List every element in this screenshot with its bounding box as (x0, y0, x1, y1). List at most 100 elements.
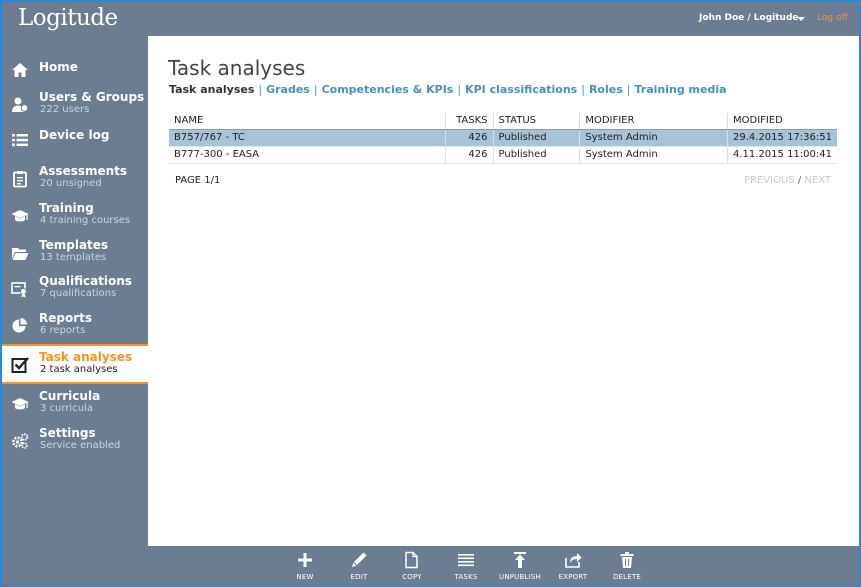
certificate-icon (11, 280, 29, 298)
list-icon (11, 131, 29, 149)
sidebar-item-qualifications[interactable]: Qualifications 7 qualifications (2, 270, 148, 304)
tab-training-media[interactable]: Training media (634, 83, 726, 96)
pencil-icon (334, 551, 384, 569)
plus-icon (280, 551, 330, 569)
column-header-status[interactable]: STATUS (493, 113, 581, 130)
export-button[interactable]: EXPORT (548, 551, 598, 581)
top-bar: Logitude John Doe / Logitude Log off (2, 2, 859, 36)
sidebar-item-label: Templates (39, 238, 109, 252)
tab-separator: | (313, 83, 318, 96)
sidebar-item-label: Curricula (39, 389, 101, 403)
users-icon (11, 96, 29, 114)
tasks-icon (441, 551, 491, 569)
home-icon (11, 61, 29, 79)
sidebar-item-subtitle: 222 users (40, 104, 90, 115)
cell-name: B757/767 - TC (169, 129, 446, 147)
page-indicator: PAGE 1/1 (175, 175, 221, 186)
checkbox-icon (11, 356, 29, 374)
export-button-label: EXPORT (558, 573, 588, 581)
copy-button-label: COPY (402, 573, 422, 581)
sidebar-item-label: Assessments (39, 164, 128, 178)
tab-grades[interactable]: Grades (266, 83, 310, 96)
sidebar-item-device-log[interactable]: Device log (2, 124, 148, 152)
new-button[interactable]: NEW (280, 551, 330, 581)
graduation-cap-icon (11, 395, 29, 413)
sidebar-item-label: Qualifications (39, 274, 132, 288)
logo: Logitude (18, 5, 118, 31)
column-header-modified[interactable]: MODIFIED (727, 113, 837, 130)
sidebar-item-curricula[interactable]: Curricula 3 curricula (2, 385, 148, 419)
sidebar-item-assessments[interactable]: Assessments 20 unsigned (2, 160, 148, 194)
sidebar-item-users-groups[interactable]: Users & Groups 222 users (2, 86, 148, 120)
sidebar-item-label: Device log (39, 128, 110, 142)
graduation-cap-icon (11, 207, 29, 225)
delete-button[interactable]: DELETE (602, 551, 652, 581)
folder-icon (11, 244, 29, 262)
column-header-name[interactable]: NAME (169, 113, 446, 130)
user-menu[interactable]: John Doe / Logitude (699, 13, 799, 23)
sidebar-item-settings[interactable]: Settings Service enabled (2, 422, 148, 456)
sidebar-item-label: Training (39, 201, 94, 215)
sidebar-item-subtitle: 7 qualifications (40, 288, 117, 299)
table-row[interactable]: B777-300 - EASA 426 Published System Adm… (169, 146, 837, 164)
next-page-link[interactable]: NEXT (804, 175, 831, 186)
tab-competencies-kpis[interactable]: Competencies & KPIs (322, 83, 454, 96)
sidebar-item-subtitle: 2 task analyses (40, 364, 118, 375)
pagination-separator: / (797, 175, 802, 186)
sidebar: Home Users & Groups 222 users Device log… (2, 36, 148, 546)
sidebar-item-task-analyses[interactable]: Task analyses 2 task analyses (2, 344, 148, 384)
copy-button[interactable]: COPY (387, 551, 437, 581)
tab-separator: | (258, 83, 263, 96)
main-content: Task analyses Task analyses | Grades | Compe… (148, 36, 859, 546)
tab-task-analyses[interactable]: Task analyses (169, 83, 254, 96)
logoff-link[interactable]: Log off (817, 13, 848, 23)
clipboard-icon (11, 170, 29, 188)
gears-icon (11, 432, 29, 450)
column-header-modifier[interactable]: MODIFIER (579, 113, 728, 130)
edit-button-label: EDIT (350, 573, 368, 581)
cell-modified: 4.11.2015 11:00:41 (727, 146, 837, 164)
sidebar-item-label: Home (39, 60, 78, 74)
edit-button[interactable]: EDIT (334, 551, 384, 581)
sidebar-item-subtitle: 20 unsigned (40, 178, 102, 189)
sidebar-item-subtitle: Service enabled (40, 440, 121, 451)
cell-name: B777-300 - EASA (169, 146, 446, 164)
export-icon (548, 551, 598, 569)
tab-roles[interactable]: Roles (589, 83, 623, 96)
cell-modified: 29.4.2015 17:36:51 (727, 129, 837, 147)
sidebar-item-label: Task analyses (39, 350, 133, 364)
sidebar-item-subtitle: 4 training courses (40, 215, 131, 226)
cell-modifier: System Admin (579, 146, 728, 164)
bottom-toolbar: NEW EDIT COPY TASKS UNPUBLISH EXPORT DEL… (2, 546, 859, 585)
delete-button-label: DELETE (612, 573, 642, 581)
cell-status: Published (493, 129, 581, 147)
unpublish-button-label: UNPUBLISH (499, 573, 541, 581)
copy-icon (387, 551, 437, 569)
tab-separator: | (457, 83, 462, 96)
sidebar-item-reports[interactable]: Reports 6 reports (2, 307, 148, 341)
task-analyses-table: NAME TASKS STATUS MODIFIER MODIFIED B757… (169, 113, 837, 164)
sidebar-item-training[interactable]: Training 4 training courses (2, 197, 148, 231)
column-header-tasks[interactable]: TASKS (445, 113, 494, 130)
sidebar-item-label: Reports (39, 311, 93, 325)
pagination: PREVIOUS / NEXT (744, 175, 831, 186)
app-window: Logitude John Doe / Logitude Log off Hom… (2, 2, 859, 585)
cell-modifier: System Admin (579, 129, 728, 147)
table-row[interactable]: B757/767 - TC 426 Published System Admin… (169, 129, 837, 147)
sidebar-item-home[interactable]: Home (2, 54, 148, 82)
sidebar-item-subtitle: 3 curricula (40, 403, 93, 414)
unpublish-button[interactable]: UNPUBLISH (495, 551, 545, 581)
cell-tasks: 426 (445, 146, 494, 164)
previous-page-link[interactable]: PREVIOUS (744, 175, 795, 186)
tab-kpi-classifications[interactable]: KPI classifications (465, 83, 577, 96)
cell-status: Published (493, 146, 581, 164)
tab-separator: | (626, 83, 631, 96)
chevron-down-icon[interactable] (797, 17, 805, 21)
tasks-button[interactable]: TASKS (441, 551, 491, 581)
unpublish-icon (495, 551, 545, 569)
sidebar-item-subtitle: 13 templates (40, 252, 107, 263)
sidebar-item-templates[interactable]: Templates 13 templates (2, 234, 148, 268)
sidebar-item-label: Settings (39, 426, 96, 440)
page-title: Task analyses (168, 56, 306, 80)
tab-bar: Task analyses | Grades | Competencies & KPIs… (169, 83, 727, 96)
